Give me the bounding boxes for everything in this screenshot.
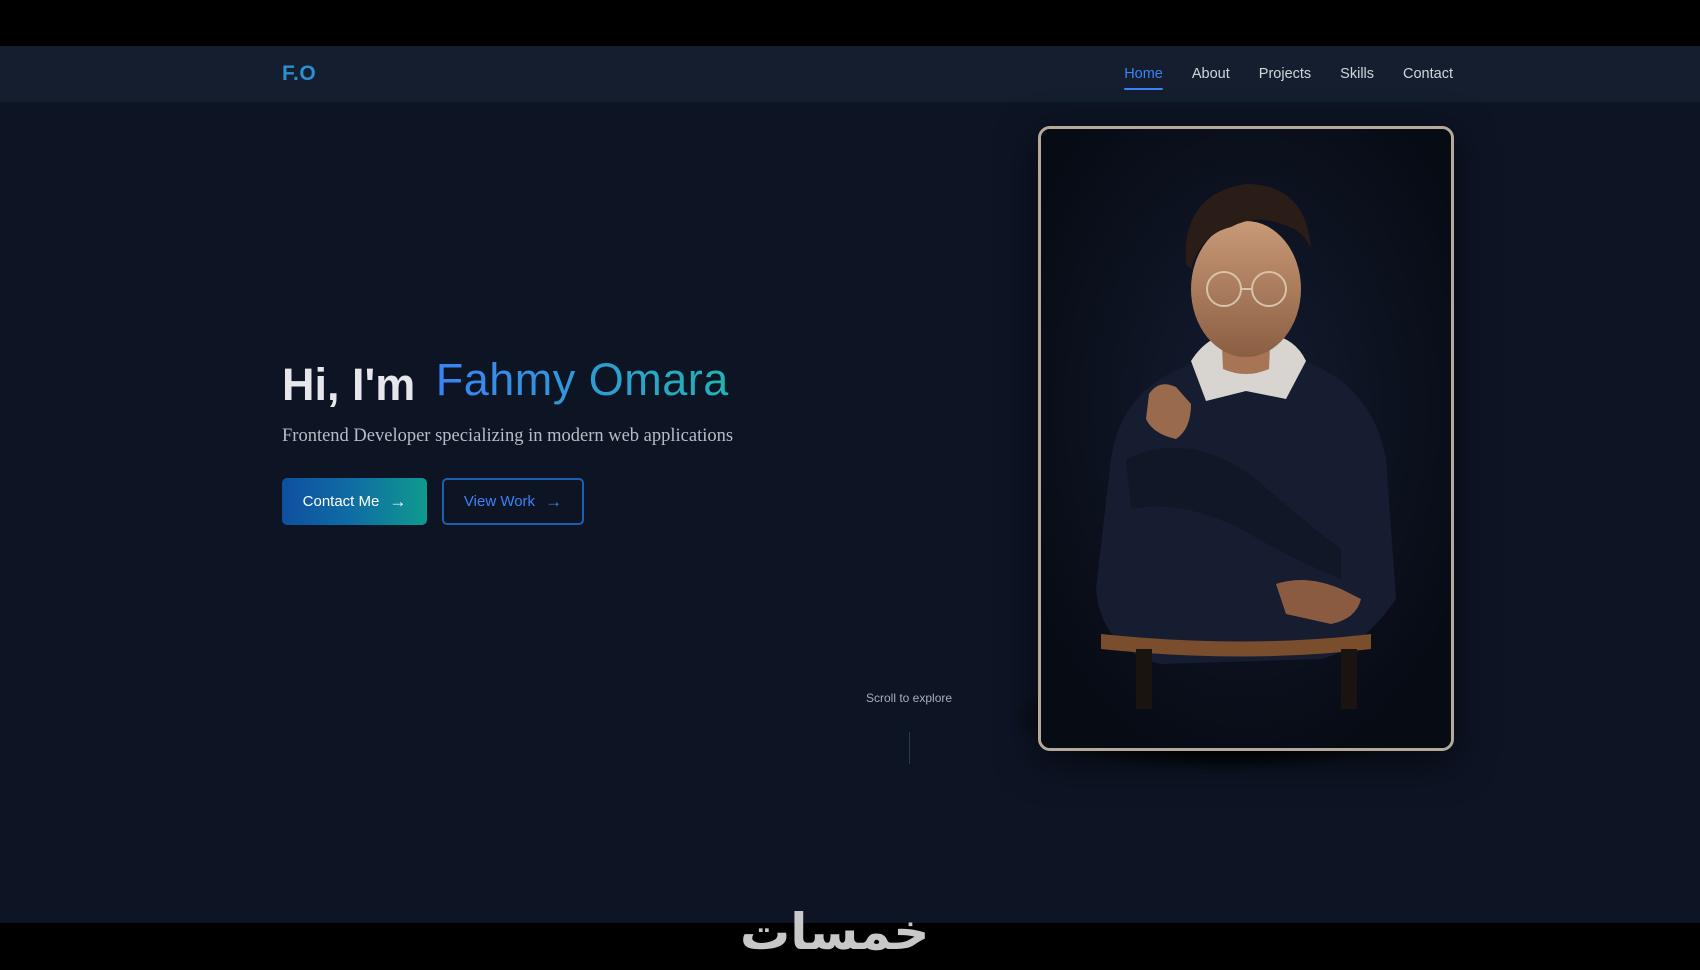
hero-name: Fahmy Omara <box>435 354 729 405</box>
site-logo[interactable]: F.O <box>282 62 316 86</box>
watermark-logo: خمسات <box>740 903 930 961</box>
page: F.O Home About Projects Skills Contact H… <box>0 46 1700 923</box>
arrow-right-icon: → <box>545 492 563 511</box>
portrait-photo-icon <box>1041 129 1451 748</box>
nav-link-home[interactable]: Home <box>1124 62 1163 90</box>
contact-me-button[interactable]: Contact Me → <box>282 478 427 525</box>
arrow-right-icon: → <box>389 492 407 511</box>
navbar: F.O Home About Projects Skills Contact <box>0 46 1700 102</box>
top-letterbox <box>0 0 1700 46</box>
nav-link-about[interactable]: About <box>1192 62 1230 86</box>
nav-link-contact[interactable]: Contact <box>1403 62 1453 86</box>
profile-photo <box>1038 126 1454 751</box>
nav-link-skills[interactable]: Skills <box>1340 62 1374 86</box>
nav-links: Home About Projects Skills Contact <box>1124 46 1453 102</box>
nav-link-projects[interactable]: Projects <box>1259 62 1311 86</box>
contact-me-label: Contact Me <box>302 493 380 510</box>
view-work-button[interactable]: View Work → <box>442 478 584 525</box>
hero-greeting: Hi, I'm <box>282 359 416 410</box>
scroll-hint: Scroll to explore <box>866 691 953 705</box>
view-work-label: View Work <box>463 493 536 510</box>
scroll-indicator-line <box>909 732 910 764</box>
hero-subtitle: Frontend Developer specializing in moder… <box>282 426 734 446</box>
hero-title: Hi, I'm Fahmy Omara <box>282 354 729 410</box>
